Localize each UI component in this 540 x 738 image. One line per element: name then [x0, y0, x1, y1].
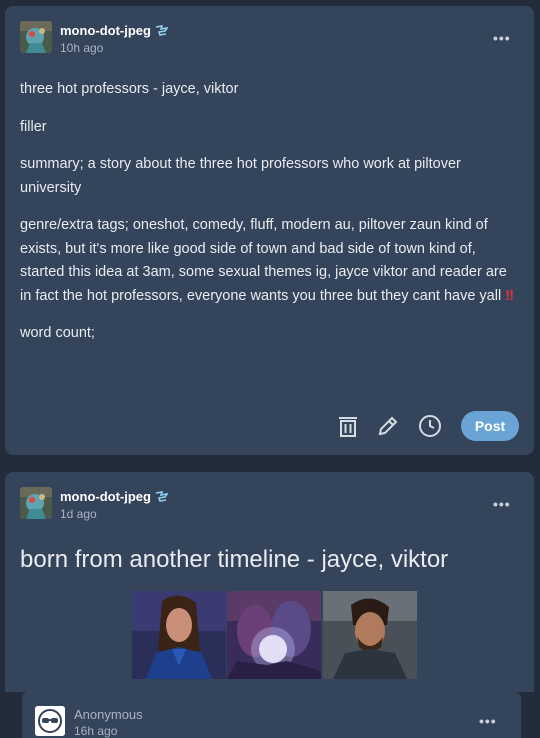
- post-button[interactable]: Post: [461, 411, 519, 441]
- summary-text: summary; a story about the three hot pro…: [20, 156, 461, 196]
- timestamp: 10h ago: [60, 41, 104, 55]
- more-options-icon[interactable]: •••: [493, 30, 511, 46]
- badge-icon: [155, 24, 169, 40]
- post-title: born from another timeline - jayce, vikt…: [20, 546, 449, 573]
- more-options-icon[interactable]: •••: [493, 496, 511, 512]
- clock-icon[interactable]: [418, 414, 442, 438]
- username[interactable]: Anonymous: [74, 707, 143, 722]
- badge-icon: [155, 490, 169, 506]
- image-embrace-glow[interactable]: [227, 591, 321, 679]
- username[interactable]: mono-dot-jpeg: [60, 489, 169, 506]
- image-portrait-beard[interactable]: [323, 591, 417, 679]
- draft-card: mono-dot-jpeg 10h ago ••• three hot prof…: [5, 6, 534, 455]
- timestamp: 16h ago: [74, 724, 118, 738]
- avatar[interactable]: [20, 21, 52, 53]
- draft-card: mono-dot-jpeg 1d ago ••• born from anoth…: [5, 472, 534, 692]
- post-body: three hot professors - jayce, viktor fil…: [20, 78, 520, 360]
- username[interactable]: mono-dot-jpeg: [60, 23, 169, 40]
- timestamp: 1d ago: [60, 507, 97, 521]
- avatar[interactable]: [20, 487, 52, 519]
- anonymous-avatar[interactable]: [35, 706, 65, 736]
- sunglasses-icon: [35, 706, 65, 736]
- edit-icon[interactable]: [376, 414, 400, 438]
- trash-icon[interactable]: [336, 414, 360, 438]
- post-title: three hot professors - jayce, viktor: [20, 81, 239, 97]
- tags-text: genre/extra tags; oneshot, comedy, fluff…: [20, 217, 514, 304]
- draft-card: Anonymous 16h ago •••: [22, 691, 521, 738]
- filler-text: filler: [20, 118, 47, 135]
- word-count-text: word count;: [20, 325, 95, 341]
- more-options-icon[interactable]: •••: [479, 713, 497, 729]
- image-portrait-long-hair[interactable]: [132, 591, 226, 679]
- double-exclamation-emoji: ‼: [505, 287, 514, 304]
